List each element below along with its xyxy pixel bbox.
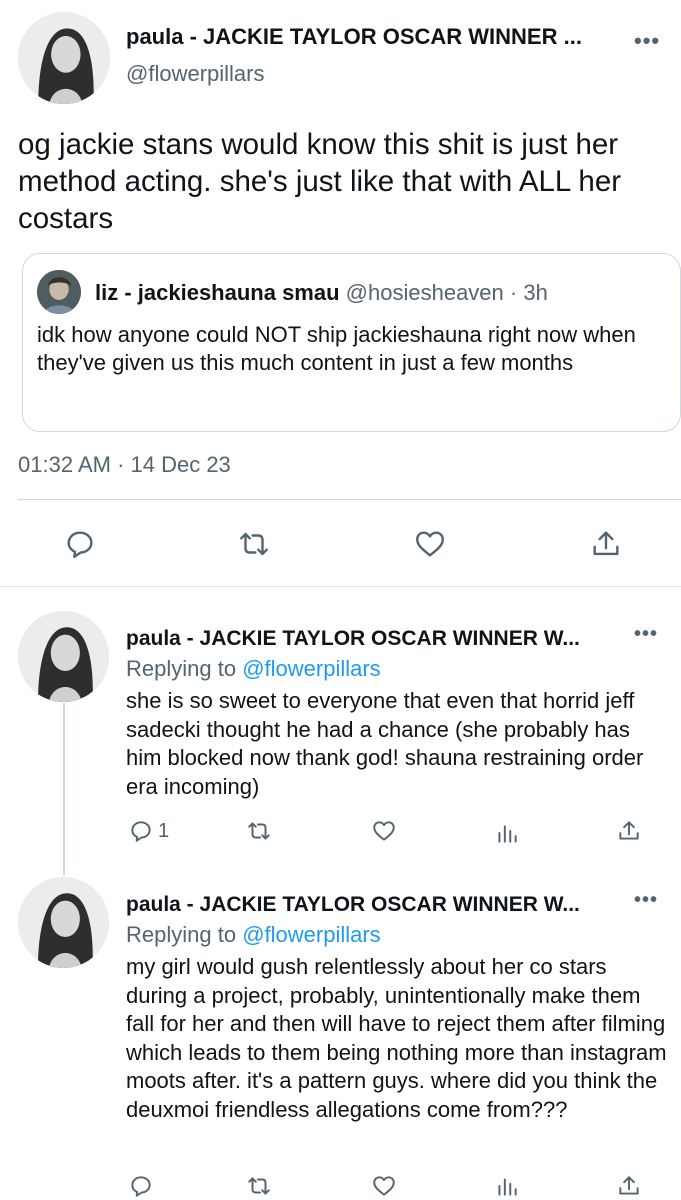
replying-prefix: Replying to: [126, 922, 237, 947]
retweet-icon: [240, 532, 268, 556]
display-name[interactable]: paula - JACKIE TAYLOR OSCAR WINNER W...: [126, 893, 626, 917]
like-icon: [373, 821, 395, 841]
retweet-icon: [248, 1177, 270, 1195]
user-handle[interactable]: @flowerpillars: [126, 61, 264, 87]
analytics-button[interactable]: [494, 1173, 520, 1199]
reply-icon: [67, 531, 93, 558]
like-button[interactable]: [371, 818, 397, 844]
more-horizontal-icon[interactable]: •••: [634, 623, 658, 646]
replying-to: Replying to @flowerpillars: [126, 922, 381, 948]
display-name[interactable]: paula - JACKIE TAYLOR OSCAR WINNER W...: [126, 627, 626, 651]
avatar-image: [18, 611, 109, 702]
divider: [18, 499, 681, 500]
share-button[interactable]: [616, 818, 642, 844]
reply-icon: [131, 1176, 151, 1197]
retweet-button[interactable]: [246, 1173, 272, 1199]
quote-avatar[interactable]: [37, 270, 81, 314]
quote-dot: ·: [509, 280, 518, 305]
replying-handle-link[interactable]: @flowerpillars: [242, 656, 380, 681]
replying-prefix: Replying to: [126, 656, 237, 681]
reply-button[interactable]: [63, 527, 97, 561]
replying-to: Replying to @flowerpillars: [126, 656, 381, 682]
like-button[interactable]: [371, 1173, 397, 1199]
reply-button[interactable]: 1: [128, 818, 169, 844]
analytics-button[interactable]: [494, 820, 520, 846]
quote-text: idk how anyone could NOT ship jackieshau…: [37, 322, 636, 375]
retweet-button[interactable]: [237, 527, 271, 561]
like-button[interactable]: [413, 527, 447, 561]
share-button[interactable]: [589, 527, 623, 561]
quote-time: 3h: [523, 280, 548, 305]
reply-text: my girl would gush relentlessly about he…: [126, 954, 667, 1122]
quote-avatar-image: [37, 270, 81, 314]
replying-handle-link[interactable]: @flowerpillars: [242, 922, 380, 947]
main-tweet: paula - JACKIE TAYLOR OSCAR WINNER ... @…: [0, 0, 681, 586]
reply-tweet[interactable]: paula - JACKIE TAYLOR OSCAR WINNER W... …: [0, 611, 681, 861]
reply-button[interactable]: [128, 1173, 154, 1199]
quoted-tweet[interactable]: liz - jackieshauna smau @hosiesheaven · …: [22, 253, 681, 432]
quote-header: liz - jackieshauna smau @hosiesheaven · …: [95, 280, 548, 306]
quote-display-name[interactable]: liz - jackieshauna smau: [95, 280, 340, 305]
avatar[interactable]: [18, 12, 110, 104]
share-button[interactable]: [616, 1173, 642, 1199]
share-icon: [619, 821, 639, 840]
tweet-text: og jackie stans would know this shit is …: [18, 128, 622, 235]
reply-count: 1: [158, 819, 170, 842]
quote-handle[interactable]: @hosiesheaven: [346, 280, 504, 305]
avatar-image: [18, 12, 110, 104]
more-horizontal-icon[interactable]: •••: [634, 889, 658, 912]
avatar-image: [18, 877, 109, 968]
share-icon: [619, 1176, 639, 1195]
retweet-icon: [248, 822, 270, 840]
more-horizontal-icon[interactable]: •••: [634, 28, 660, 54]
analytics-icon: [498, 825, 517, 843]
display-name[interactable]: paula - JACKIE TAYLOR OSCAR WINNER ...: [126, 24, 606, 50]
reply-tweet[interactable]: paula - JACKIE TAYLOR OSCAR WINNER W... …: [0, 877, 681, 1200]
tweet-timestamp[interactable]: 01:32 AM · 14 Dec 23: [18, 452, 231, 478]
like-icon: [373, 1176, 395, 1196]
reply-text: she is so sweet to everyone that even th…: [126, 688, 644, 799]
retweet-button[interactable]: [246, 818, 272, 844]
like-icon: [416, 531, 444, 557]
analytics-icon: [498, 1178, 517, 1196]
avatar[interactable]: [18, 877, 109, 968]
avatar[interactable]: [18, 611, 109, 702]
reply-icon: [131, 821, 151, 842]
section-separator: [0, 586, 681, 587]
share-icon: [593, 531, 619, 556]
